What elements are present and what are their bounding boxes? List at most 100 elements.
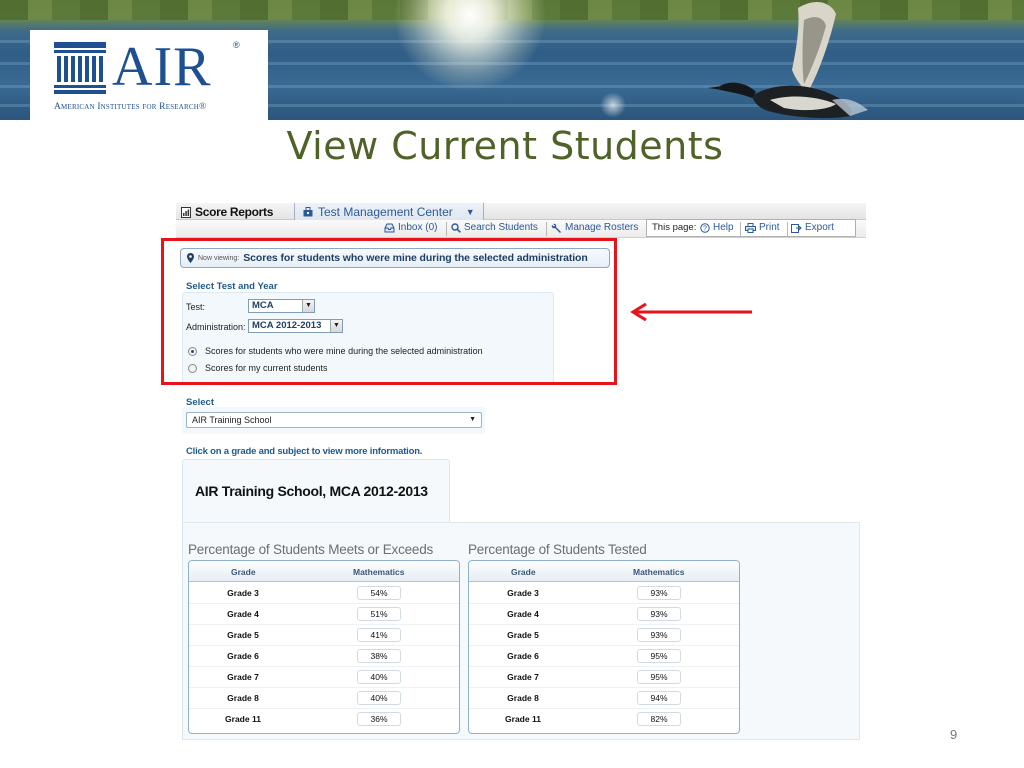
table-row[interactable]: Grade 7 95% bbox=[469, 667, 739, 688]
grade-cell: Grade 5 bbox=[507, 630, 539, 640]
toolbar-divider bbox=[787, 222, 788, 236]
grade-cell: Grade 11 bbox=[505, 714, 541, 724]
grade-cell: Grade 6 bbox=[227, 651, 259, 661]
header-banner: AIR ® American Institutes for Research® bbox=[0, 0, 1024, 120]
inbox-icon bbox=[384, 223, 395, 232]
chevron-down-icon[interactable]: ▼ bbox=[469, 413, 476, 427]
tab-score-reports[interactable]: Score Reports bbox=[181, 205, 273, 219]
export-icon bbox=[791, 223, 802, 233]
students-tested-title: Percentage of Students Tested bbox=[468, 542, 647, 557]
manage-rosters-label: Manage Rosters bbox=[565, 222, 639, 233]
logo-registered-mark: ® bbox=[233, 40, 240, 50]
slide-page-number: 9 bbox=[950, 727, 958, 742]
wrench-icon bbox=[551, 223, 561, 233]
column-header-grade[interactable]: Grade bbox=[511, 567, 536, 577]
grade-cell: Grade 3 bbox=[507, 588, 539, 598]
score-cell[interactable]: 40% bbox=[357, 691, 401, 705]
column-header-mathematics[interactable]: Mathematics bbox=[633, 567, 685, 577]
export-label: Export bbox=[805, 222, 834, 233]
score-cell[interactable]: 95% bbox=[637, 649, 681, 663]
tab-test-management-center-label: Test Management Center bbox=[318, 204, 453, 219]
columns-icon bbox=[54, 42, 106, 94]
score-cell[interactable]: 93% bbox=[637, 607, 681, 621]
toolbar-divider bbox=[546, 222, 547, 236]
inbox-label: Inbox (0) bbox=[398, 222, 438, 233]
table-header: Grade Mathematics bbox=[189, 561, 459, 582]
printer-icon bbox=[745, 222, 756, 233]
column-header-mathematics[interactable]: Mathematics bbox=[353, 567, 405, 577]
table-row[interactable]: Grade 5 41% bbox=[189, 625, 459, 646]
grade-cell: Grade 4 bbox=[507, 609, 539, 619]
score-cell[interactable]: 94% bbox=[637, 691, 681, 705]
school-select[interactable]: AIR Training School ▼ bbox=[186, 412, 482, 428]
search-students-label: Search Students bbox=[464, 222, 538, 233]
grade-cell: Grade 8 bbox=[507, 693, 539, 703]
report-icon bbox=[181, 206, 191, 218]
print-label: Print bbox=[759, 222, 780, 233]
table-row[interactable]: Grade 7 40% bbox=[189, 667, 459, 688]
table-row[interactable]: Grade 3 93% bbox=[469, 583, 739, 604]
grade-cell: Grade 5 bbox=[227, 630, 259, 640]
grade-cell: Grade 7 bbox=[507, 672, 539, 682]
table-row[interactable]: Grade 6 95% bbox=[469, 646, 739, 667]
tab-score-reports-label: Score Reports bbox=[195, 205, 274, 219]
score-cell[interactable]: 41% bbox=[357, 628, 401, 642]
top-navigation-bar: Score Reports Test Management Center ▼ bbox=[176, 203, 866, 220]
grade-cell: Grade 7 bbox=[227, 672, 259, 682]
score-cell[interactable]: 93% bbox=[637, 586, 681, 600]
help-icon: ? bbox=[700, 222, 710, 233]
score-cell[interactable]: 40% bbox=[357, 670, 401, 684]
highlight-box bbox=[161, 238, 617, 385]
students-tested-table: Grade Mathematics Grade 3 93% Grade 4 93% … bbox=[468, 560, 740, 734]
instruction-text: Click on a grade and subject to view mor… bbox=[186, 446, 423, 457]
slide-title: View Current Students bbox=[286, 124, 724, 168]
table-row[interactable]: Grade 5 93% bbox=[469, 625, 739, 646]
print-link[interactable]: Print bbox=[745, 222, 780, 233]
grade-cell: Grade 6 bbox=[507, 651, 539, 661]
table-row[interactable]: Grade 4 93% bbox=[469, 604, 739, 625]
score-cell[interactable]: 82% bbox=[637, 712, 681, 726]
grade-cell: Grade 11 bbox=[225, 714, 261, 724]
toolbox-icon bbox=[303, 206, 313, 216]
manage-rosters-link[interactable]: Manage Rosters bbox=[551, 222, 638, 233]
logo-wordmark: AIR bbox=[112, 36, 212, 98]
score-cell[interactable]: 38% bbox=[357, 649, 401, 663]
report-title: AIR Training School, MCA 2012-2013 bbox=[195, 483, 428, 499]
banner-sun-glare bbox=[395, 0, 545, 90]
this-page-label: This page: bbox=[652, 222, 697, 233]
score-cell[interactable]: 51% bbox=[357, 607, 401, 621]
toolbar-divider bbox=[446, 222, 447, 236]
svg-text:?: ? bbox=[703, 225, 707, 232]
loon-bird-image bbox=[708, 1, 868, 119]
grade-cell: Grade 4 bbox=[227, 609, 259, 619]
score-cell[interactable]: 93% bbox=[637, 628, 681, 642]
chevron-down-icon[interactable]: ▼ bbox=[466, 207, 475, 217]
meets-exceeds-title: Percentage of Students Meets or Exceeds bbox=[188, 542, 434, 557]
table-row[interactable]: Grade 4 51% bbox=[189, 604, 459, 625]
table-row[interactable]: Grade 3 54% bbox=[189, 583, 459, 604]
search-icon bbox=[451, 222, 461, 233]
table-row[interactable]: Grade 8 40% bbox=[189, 688, 459, 709]
help-link[interactable]: ? Help bbox=[700, 222, 734, 233]
toolbar-divider bbox=[740, 222, 741, 236]
grade-cell: Grade 3 bbox=[227, 588, 259, 598]
left-arrow-icon bbox=[630, 303, 752, 321]
air-logo: AIR ® American Institutes for Research® bbox=[30, 30, 268, 120]
help-label: Help bbox=[713, 222, 734, 233]
banner-light-spot bbox=[600, 92, 626, 118]
search-students-link[interactable]: Search Students bbox=[451, 222, 538, 233]
score-cell[interactable]: 36% bbox=[357, 712, 401, 726]
table-header: Grade Mathematics bbox=[469, 561, 739, 582]
score-cell[interactable]: 95% bbox=[637, 670, 681, 684]
score-cell[interactable]: 54% bbox=[357, 586, 401, 600]
inbox-link[interactable]: Inbox (0) bbox=[384, 222, 437, 233]
table-row[interactable]: Grade 8 94% bbox=[469, 688, 739, 709]
column-header-grade[interactable]: Grade bbox=[231, 567, 256, 577]
export-link[interactable]: Export bbox=[791, 222, 834, 233]
table-row[interactable]: Grade 6 38% bbox=[189, 646, 459, 667]
table-row[interactable]: Grade 11 36% bbox=[189, 709, 459, 730]
tab-test-management-center[interactable]: Test Management Center ▼ bbox=[294, 203, 484, 220]
meets-exceeds-table: Grade Mathematics Grade 3 54% Grade 4 51% … bbox=[188, 560, 460, 734]
table-row[interactable]: Grade 11 82% bbox=[469, 709, 739, 730]
school-select-value: AIR Training School bbox=[192, 415, 272, 425]
